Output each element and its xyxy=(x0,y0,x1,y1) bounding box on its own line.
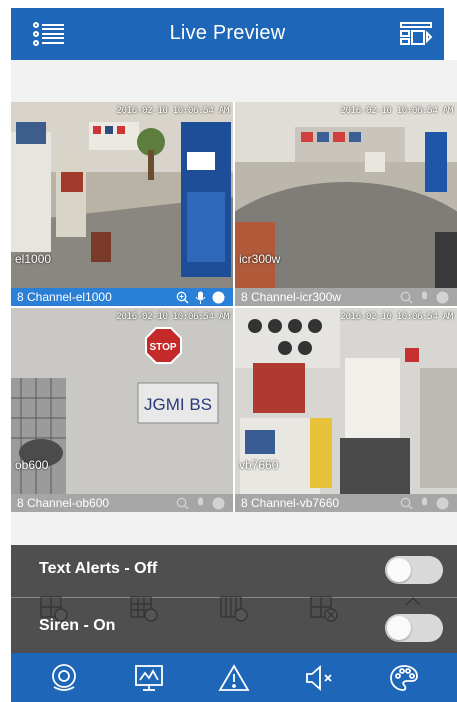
channel-layout-icon xyxy=(400,22,433,45)
camera-tag: vb7660 xyxy=(239,458,279,472)
alert-icon xyxy=(218,663,250,691)
camera-grid: 2016-02-10 10:06:54 AM el1000 8 Channel-… xyxy=(11,102,457,512)
alerts-panel: Text Alerts - Off Siren - On xyxy=(11,545,457,653)
playback-monitor-icon xyxy=(134,664,163,691)
app-header: Live Preview xyxy=(11,8,444,60)
zoom-icon[interactable] xyxy=(176,497,189,510)
snapshot-icon[interactable] xyxy=(212,497,225,510)
grid-bottom-spacer xyxy=(11,512,457,545)
siren-toggle[interactable] xyxy=(385,614,443,642)
zoom-icon[interactable] xyxy=(400,291,413,304)
microphone-icon[interactable] xyxy=(195,291,206,304)
camera-channel-bar[interactable]: 8 Channel-el1000 xyxy=(11,288,233,306)
camera-channel-bar[interactable]: 8 Channel-vb7660 xyxy=(235,494,457,512)
live-view-button[interactable] xyxy=(44,660,84,696)
top-spacer xyxy=(11,60,457,102)
camera-channel-bar[interactable]: 8 Channel-ob600 xyxy=(11,494,233,512)
settings-button[interactable] xyxy=(384,660,424,696)
camera-timestamp: 2016-02-10 10:06:54 AM xyxy=(340,106,453,116)
bottom-toolbar xyxy=(11,653,457,702)
camera-feed[interactable]: STOP JGMI BS 2016-02-10 10:06:54 AM ob60… xyxy=(11,308,233,494)
svg-text:JGMI BS: JGMI BS xyxy=(144,395,212,414)
camera-channel-label: 8 Channel-icr300w xyxy=(241,290,342,304)
camera-timestamp: 2016-02-10 10:06:54 AM xyxy=(340,312,453,322)
zoom-icon[interactable] xyxy=(400,497,413,510)
playback-button[interactable] xyxy=(129,660,169,696)
text-alerts-toggle[interactable] xyxy=(385,556,443,584)
camera-cell-el1000[interactable]: 2016-02-10 10:06:54 AM el1000 8 Channel-… xyxy=(11,102,233,306)
page-title: Live Preview xyxy=(169,22,286,44)
surveillance-eye-icon xyxy=(51,663,76,691)
camera-feed[interactable]: 2016-02-10 10:06:54 AM icr300w xyxy=(235,102,457,288)
snapshot-icon[interactable] xyxy=(436,497,449,510)
camera-tag: ob600 xyxy=(15,458,49,472)
camera-tag: el1000 xyxy=(15,252,52,266)
camera-feed[interactable]: 2016-02-10 10:06:54 AM el1000 xyxy=(11,102,233,288)
svg-text:STOP: STOP xyxy=(149,342,176,353)
camera-channel-bar[interactable]: 8 Channel-icr300w xyxy=(235,288,457,306)
microphone-icon[interactable] xyxy=(419,291,430,304)
camera-cell-icr300w[interactable]: 2016-02-10 10:06:54 AM icr300w 8 Channel… xyxy=(235,102,457,306)
camera-timestamp: 2016-02-10 10:06:54 AM xyxy=(116,106,229,116)
snapshot-icon[interactable] xyxy=(436,291,449,304)
alerts-button[interactable] xyxy=(214,660,254,696)
camera-tag: icr300w xyxy=(239,252,281,266)
camera-cell-ob600[interactable]: STOP JGMI BS 2016-02-10 10:06:54 AM ob60… xyxy=(11,308,233,512)
siren-row: Siren - On xyxy=(11,601,457,653)
camera-channel-label: 8 Channel-el1000 xyxy=(17,290,112,304)
channel-layout-button[interactable] xyxy=(398,18,434,50)
microphone-icon[interactable] xyxy=(419,497,430,510)
camera-cell-vb7660[interactable]: 2016-02-10 10:06:54 AM vb7660 8 Channel-… xyxy=(235,308,457,512)
text-alerts-label: Text Alerts - Off xyxy=(39,560,158,577)
camera-channel-label: 8 Channel-ob600 xyxy=(17,496,110,510)
snapshot-icon[interactable] xyxy=(212,291,225,304)
audio-button[interactable] xyxy=(299,660,339,696)
camera-timestamp: 2016-02-10 10:06:54 AM xyxy=(116,312,229,322)
siren-label: Siren - On xyxy=(39,617,116,634)
text-alerts-row: Text Alerts - Off xyxy=(11,545,457,597)
mute-icon xyxy=(306,664,332,691)
palette-icon xyxy=(390,664,419,691)
zoom-icon[interactable] xyxy=(176,291,189,304)
camera-channel-label: 8 Channel-vb7660 xyxy=(241,496,340,510)
microphone-icon[interactable] xyxy=(195,497,206,510)
camera-feed[interactable]: 2016-02-10 10:06:54 AM vb7660 xyxy=(235,308,457,494)
